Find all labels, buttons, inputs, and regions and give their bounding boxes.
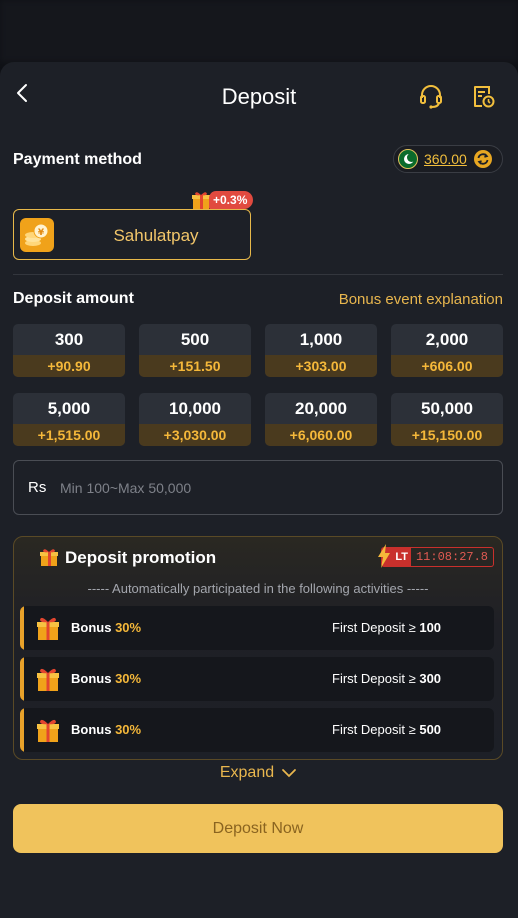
- deposit-promotion-panel: Deposit promotion LT 11:08:27.8 ----- Au…: [13, 536, 503, 760]
- amount-value: 300: [54, 330, 84, 349]
- amount-tile[interactable]: 1,000 +303.00: [265, 324, 377, 377]
- amount-bonus: +151.50: [139, 355, 251, 377]
- promotion-item[interactable]: Bonus 30% First Deposit ≥ 100: [20, 606, 494, 650]
- gift-icon: [40, 549, 58, 566]
- promotion-accent-bar: [20, 708, 24, 752]
- bg-tab: [103, 23, 107, 39]
- amount-tile[interactable]: 500 +151.50: [139, 324, 251, 377]
- deposit-amount-label: Deposit amount: [13, 290, 134, 307]
- payment-method-label: Payment method: [13, 151, 142, 168]
- amount-bonus: +90.90: [13, 355, 125, 377]
- promotion-item-title: Bonus 30%: [71, 722, 141, 737]
- amount-value: 10,000: [169, 399, 221, 418]
- currency-label: Rs: [28, 479, 47, 496]
- promotion-item-title: Bonus 30%: [71, 620, 141, 635]
- background-nav: [0, 0, 518, 62]
- amount-value: 5,000: [47, 399, 91, 418]
- promotion-bonus-label: Bonus: [71, 671, 112, 686]
- promotion-title: Deposit promotion: [65, 548, 217, 567]
- deposit-now-button[interactable]: Deposit Now: [13, 804, 503, 853]
- svg-text:¥: ¥: [38, 228, 45, 238]
- timer-value: 11:08:27.8: [410, 547, 494, 567]
- amount-tile[interactable]: 5,000 +1,515.00: [13, 393, 125, 446]
- promotion-condition-value: 100: [419, 620, 442, 635]
- amount-tile[interactable]: 2,000 +606.00: [391, 324, 503, 377]
- gift-icon: [37, 617, 59, 640]
- lightning-icon: [377, 544, 390, 568]
- support-button[interactable]: [418, 83, 444, 109]
- balance-amount: 360.00: [424, 151, 467, 167]
- promotion-item[interactable]: Bonus 30% First Deposit ≥ 500: [20, 708, 494, 752]
- coin-stack-icon: ¥: [20, 218, 54, 252]
- method-bonus-percent: +0.3%: [209, 191, 254, 209]
- amount-input[interactable]: [60, 473, 490, 503]
- amount-tile[interactable]: 20,000 +6,060.00: [265, 393, 377, 446]
- amount-bonus: +3,030.00: [139, 424, 251, 446]
- amount-input-field: Rs: [13, 460, 503, 515]
- history-document-icon: [474, 86, 495, 108]
- promotion-bonus-percent: 30%: [115, 620, 142, 635]
- amount-bonus: +606.00: [391, 355, 503, 377]
- promotion-condition-value: 500: [419, 722, 442, 737]
- promotion-condition: First Deposit ≥ 500: [332, 722, 441, 737]
- amount-bonus: +303.00: [265, 355, 377, 377]
- amount-tile[interactable]: 10,000 +3,030.00: [139, 393, 251, 446]
- timer-label: LT: [395, 551, 408, 563]
- payment-method-name: Sahulatpay: [113, 226, 199, 245]
- promotion-item-title: Bonus 30%: [71, 671, 141, 686]
- promotion-condition: First Deposit ≥ 300: [332, 671, 441, 686]
- promotion-bonus-label: Bonus: [71, 620, 112, 635]
- promotion-item[interactable]: Bonus 30% First Deposit ≥ 300: [20, 657, 494, 701]
- expand-label: Expand: [219, 764, 275, 781]
- deposit-sheet: Deposit Payment method 360.00 ¥ Sahulatp…: [0, 62, 518, 918]
- chevron-down-icon: [282, 769, 297, 778]
- promotion-condition-value: 300: [419, 671, 442, 686]
- amount-bonus: +15,150.00: [391, 424, 503, 446]
- header: Deposit: [0, 62, 518, 130]
- promotion-condition: First Deposit ≥ 100: [332, 620, 441, 635]
- refresh-icon[interactable]: [473, 149, 493, 169]
- amount-value: 500: [180, 330, 210, 349]
- divider: [13, 274, 503, 275]
- gift-icon: [37, 719, 59, 742]
- amount-bonus: +6,060.00: [265, 424, 377, 446]
- promotion-bonus-percent: 30%: [115, 671, 142, 686]
- pakistan-flag-icon: [398, 149, 418, 169]
- bg-tab: [135, 23, 139, 39]
- amount-value: 50,000: [421, 399, 473, 418]
- method-bonus-badge: +0.3%: [190, 190, 254, 210]
- promotion-condition-text: First Deposit ≥: [332, 722, 416, 737]
- amount-value: 1,000: [299, 330, 343, 349]
- timer-badge: LT: [377, 544, 411, 568]
- promotion-subtitle: ----- Automatically participated in the …: [87, 581, 429, 596]
- gift-icon: [37, 668, 59, 691]
- amount-tile[interactable]: 50,000 +15,150.00: [391, 393, 503, 446]
- promotion-condition-text: First Deposit ≥: [332, 620, 416, 635]
- bonus-event-explanation-link[interactable]: Bonus event explanation: [339, 291, 503, 308]
- promotion-accent-bar: [20, 606, 24, 650]
- amount-value: 20,000: [295, 399, 347, 418]
- bg-tab: [20, 23, 24, 39]
- promotion-condition-text: First Deposit ≥: [332, 671, 416, 686]
- promotion-bonus-percent: 30%: [115, 722, 142, 737]
- expand-button[interactable]: Expand: [0, 764, 518, 782]
- promotion-accent-bar: [20, 657, 24, 701]
- amount-value: 2,000: [425, 330, 469, 349]
- amount-bonus: +1,515.00: [13, 424, 125, 446]
- bg-tab-active: [52, 23, 75, 39]
- amount-tile[interactable]: 300 +90.90: [13, 324, 125, 377]
- payment-method-sahulatpay[interactable]: ¥ Sahulatpay: [13, 209, 251, 260]
- records-button[interactable]: [470, 83, 496, 109]
- headset-icon: [420, 85, 442, 109]
- promotion-timer: LT 11:08:27.8: [377, 544, 494, 568]
- promotion-bonus-label: Bonus: [71, 722, 112, 737]
- balance-pill: 360.00: [393, 145, 503, 173]
